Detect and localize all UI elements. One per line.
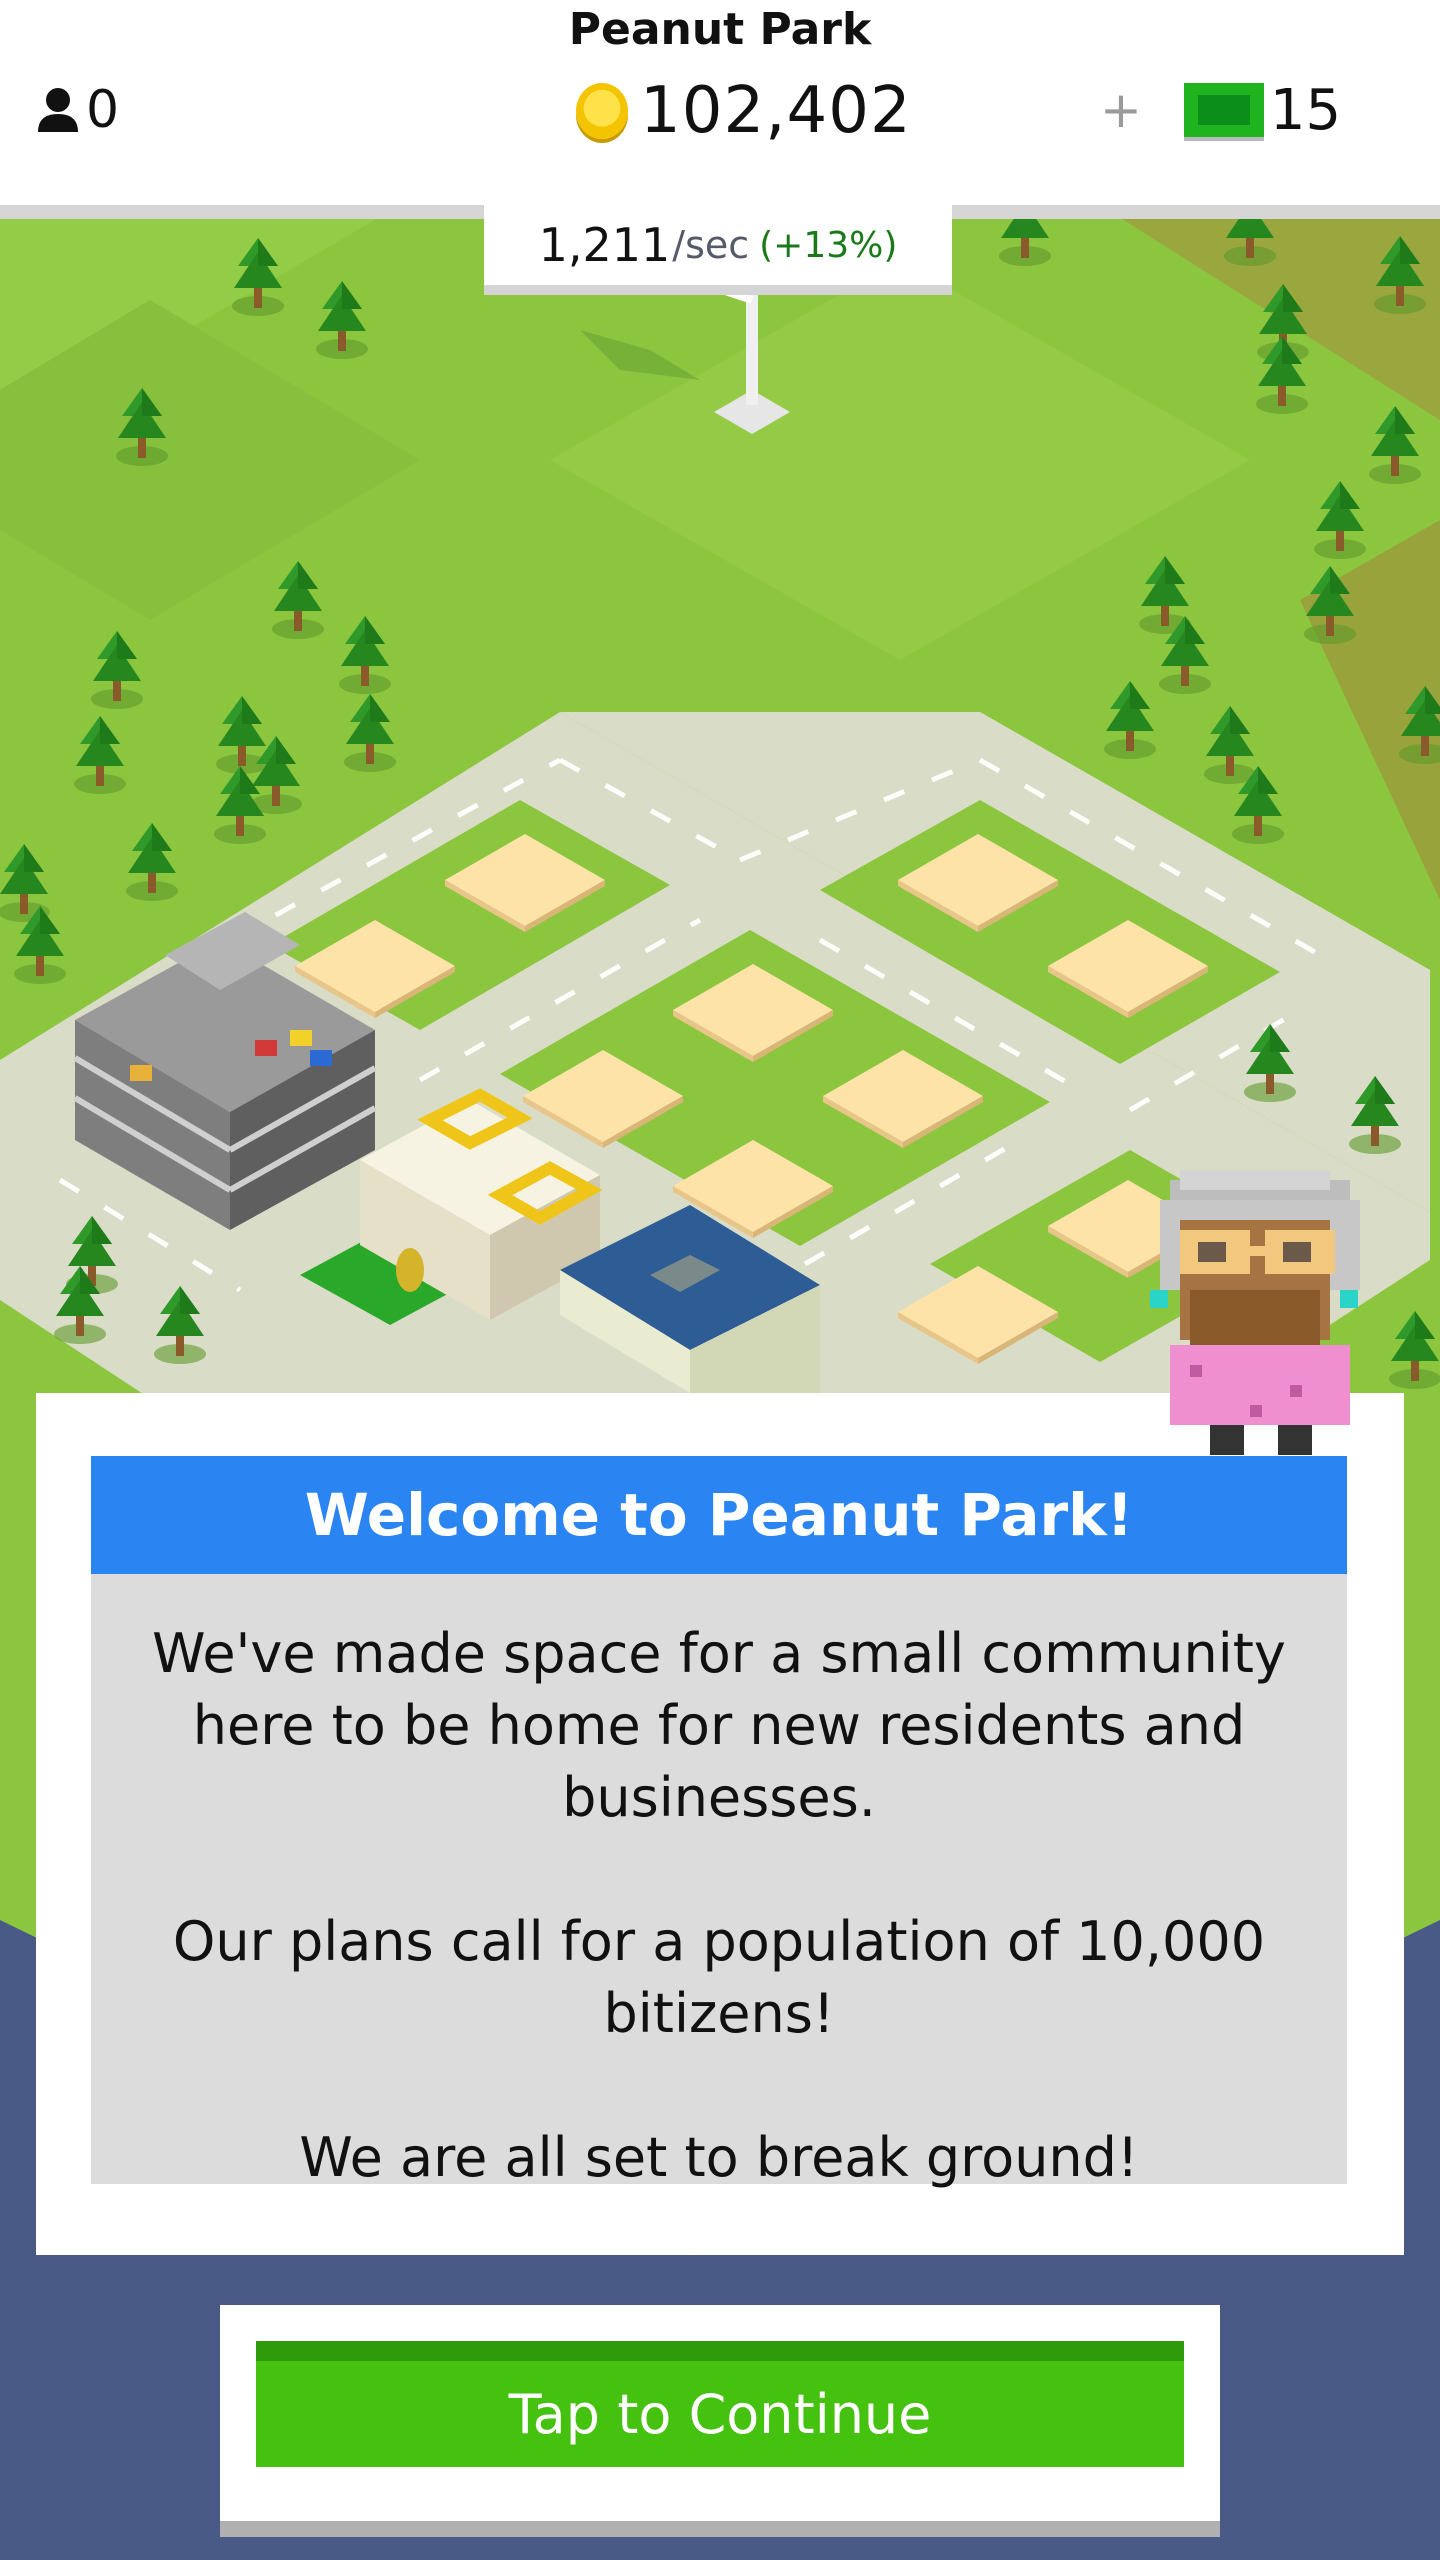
park-name: Peanut Park <box>568 4 872 55</box>
coin-icon <box>576 83 628 139</box>
dialog-title: Welcome to Peanut Park! <box>304 1481 1134 1549</box>
income-rate-value: 1,211 <box>538 218 671 272</box>
income-rate-bonus: (+13%) <box>759 224 898 266</box>
coin-value: 102,402 <box>640 74 912 148</box>
bux-icon <box>1183 83 1264 137</box>
income-rate-unit: /sec <box>672 223 750 267</box>
population-counter[interactable]: 0 <box>36 78 119 142</box>
continue-button-frame: Tap to Continue <box>220 2305 1220 2521</box>
advisor-character <box>1150 1170 1360 1455</box>
income-rate-tab[interactable]: 1,211 /sec (+13%) <box>484 205 952 285</box>
dialog-paragraph: Our plans call for a population of 10,00… <box>172 1910 1266 2045</box>
dialog-paragraph: We are all set to break ground! <box>299 2126 1139 2189</box>
person-icon <box>38 88 78 132</box>
population-value: 0 <box>86 80 120 140</box>
dialog-body: We've made space for a small community h… <box>91 1574 1347 2189</box>
continue-button[interactable]: Tap to Continue <box>256 2341 1184 2467</box>
welcome-dialog: Welcome to Peanut Park! We've made space… <box>36 1393 1404 2255</box>
coin-counter[interactable]: 102,402 <box>576 74 912 148</box>
continue-label: Tap to Continue <box>508 2382 932 2446</box>
bux-counter[interactable]: + 15 <box>1100 77 1342 143</box>
bux-value: 15 <box>1269 77 1342 143</box>
top-hud: Peanut Park 0 102,402 + 15 <box>0 0 1440 205</box>
add-bux-button[interactable]: + <box>1100 81 1142 139</box>
dialog-header: Welcome to Peanut Park! <box>91 1456 1347 1574</box>
dialog-paragraph: We've made space for a small community h… <box>152 1622 1286 1829</box>
